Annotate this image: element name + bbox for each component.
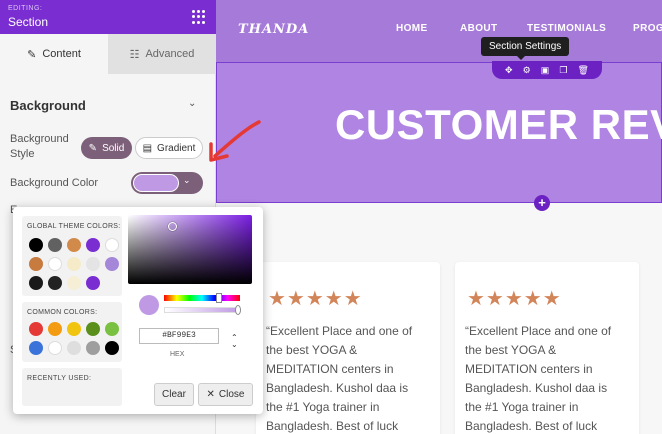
color-swatch[interactable] (48, 276, 62, 290)
color-swatch[interactable] (67, 276, 81, 290)
color-swatch[interactable] (29, 238, 43, 252)
nav-programs[interactable]: PROG (633, 23, 662, 34)
review-card: ★★★★★ “Excellent Place and one of the be… (455, 262, 639, 434)
alpha-slider[interactable] (164, 307, 240, 313)
color-swatch[interactable] (67, 238, 81, 252)
saturation-area[interactable] (128, 215, 252, 284)
bg-color-label: Background Color (10, 177, 99, 189)
common-colors-label: COMMON COLORS: (27, 309, 98, 316)
gradient-icon: ▤ (142, 142, 153, 154)
common-colors-panel: COMMON COLORS: (22, 302, 122, 362)
hero-section[interactable]: CUSTOMER REVI (216, 62, 662, 203)
bg-color-picker-toggle[interactable]: ⌄ (131, 172, 203, 194)
color-swatch[interactable] (67, 257, 81, 271)
bg-style-solid-button[interactable]: ✎ Solid (81, 137, 132, 159)
color-swatch[interactable] (48, 238, 62, 252)
chevron-down-icon: ⌄ (183, 175, 191, 185)
clear-button[interactable]: Clear (154, 383, 194, 406)
hue-handle[interactable] (216, 293, 222, 303)
review-card: ★★★★★ “Excellent Place and one of the be… (256, 262, 440, 434)
color-swatch[interactable] (86, 341, 100, 355)
color-swatch[interactable] (86, 257, 100, 271)
color-swatch[interactable] (48, 322, 62, 336)
site-logo[interactable]: THANDA (238, 22, 309, 37)
global-colors-label: GLOBAL THEME COLORS: (27, 223, 121, 230)
sidebar-header: EDITING: Section (0, 0, 216, 34)
hex-input[interactable]: #BF99E3 (139, 328, 219, 344)
color-swatch[interactable] (48, 257, 62, 271)
global-colors-panel: GLOBAL THEME COLORS: (22, 216, 122, 296)
color-picker-popup: GLOBAL THEME COLORS: COMMON COLORS: RECE… (13, 207, 263, 414)
gradient-label: Gradient (157, 142, 196, 154)
color-swatch[interactable] (86, 322, 100, 336)
saturation-handle[interactable] (168, 222, 177, 231)
chevron-down-icon[interactable]: ⌄ (188, 98, 196, 109)
color-swatch[interactable] (29, 276, 43, 290)
tab-advanced[interactable]: ☷ Advanced (108, 34, 216, 74)
hero-title: CUSTOMER REVI (335, 101, 662, 148)
tab-label: Content (42, 48, 81, 60)
color-swatch[interactable] (48, 341, 62, 355)
selected-color-swatch (133, 174, 179, 192)
close-icon: ✕ (206, 389, 215, 400)
bg-style-gradient-button[interactable]: ▤ Gradient (135, 137, 203, 159)
color-swatch[interactable] (29, 257, 43, 271)
tab-content[interactable]: ✎ Content (0, 34, 108, 74)
trash-icon[interactable]: 🗑 (578, 65, 589, 75)
hue-slider[interactable] (164, 295, 240, 301)
page-canvas: THANDA HOME ABOUT TESTIMONIALS PROG Sect… (216, 0, 662, 434)
color-preview (139, 295, 159, 315)
section-settings-tooltip: Section Settings (481, 37, 570, 60)
color-swatch[interactable] (29, 322, 43, 336)
review-text: “Excellent Place and one of the best YOG… (465, 324, 612, 433)
annotation-arrow-icon (209, 120, 261, 162)
format-toggle-icon[interactable]: ⌃ ⌄ (231, 334, 238, 349)
color-swatch[interactable] (29, 341, 43, 355)
grid-menu-icon[interactable] (192, 10, 206, 24)
color-swatch[interactable] (105, 238, 119, 252)
color-swatch[interactable] (86, 238, 100, 252)
hex-label: HEX (170, 351, 185, 358)
color-swatch[interactable] (105, 257, 119, 271)
rating-stars: ★★★★★ (268, 288, 363, 310)
close-button[interactable]: ✕ Close (198, 383, 253, 406)
bg-style-label: Background Style (10, 133, 69, 160)
recent-colors-panel: RECENTLY USED: (22, 368, 122, 406)
site-header: THANDA HOME ABOUT TESTIMONIALS PROG Sect… (216, 0, 662, 62)
solid-label: Solid (102, 142, 125, 154)
gear-icon[interactable]: ⚙ (523, 65, 531, 75)
tab-label: Advanced (145, 48, 195, 60)
close-label: Close (218, 389, 245, 400)
color-swatch[interactable] (86, 276, 100, 290)
save-icon[interactable]: ▣ (541, 65, 550, 75)
editing-label: EDITING: (8, 5, 43, 12)
color-swatch[interactable] (67, 341, 81, 355)
sliders-icon: ☷ (129, 48, 140, 61)
sidebar-tabs: ✎ Content ☷ Advanced (0, 34, 216, 74)
alpha-handle[interactable] (235, 305, 241, 315)
color-swatch[interactable] (105, 341, 119, 355)
duplicate-icon[interactable]: ❐ (559, 65, 567, 75)
nav-about[interactable]: ABOUT (460, 23, 498, 34)
nav-home[interactable]: HOME (396, 23, 428, 34)
pencil-icon: ✎ (27, 48, 37, 61)
clear-label: Clear (162, 389, 186, 400)
pencil-icon: ✎ (88, 142, 98, 154)
move-icon[interactable]: ✥ (505, 65, 513, 75)
add-section-button[interactable]: + (534, 195, 550, 211)
rating-stars: ★★★★★ (467, 288, 562, 310)
color-swatch[interactable] (105, 322, 119, 336)
nav-testimonials[interactable]: TESTIMONIALS (527, 23, 606, 34)
section-heading[interactable]: Background (10, 98, 86, 113)
section-toolbar: ✥ ⚙ ▣ ❐ 🗑 (492, 61, 602, 79)
color-swatch[interactable] (67, 322, 81, 336)
recent-colors-label: RECENTLY USED: (27, 375, 92, 382)
review-text: “Excellent Place and one of the best YOG… (266, 324, 413, 433)
sidebar-title: Section (8, 15, 49, 29)
